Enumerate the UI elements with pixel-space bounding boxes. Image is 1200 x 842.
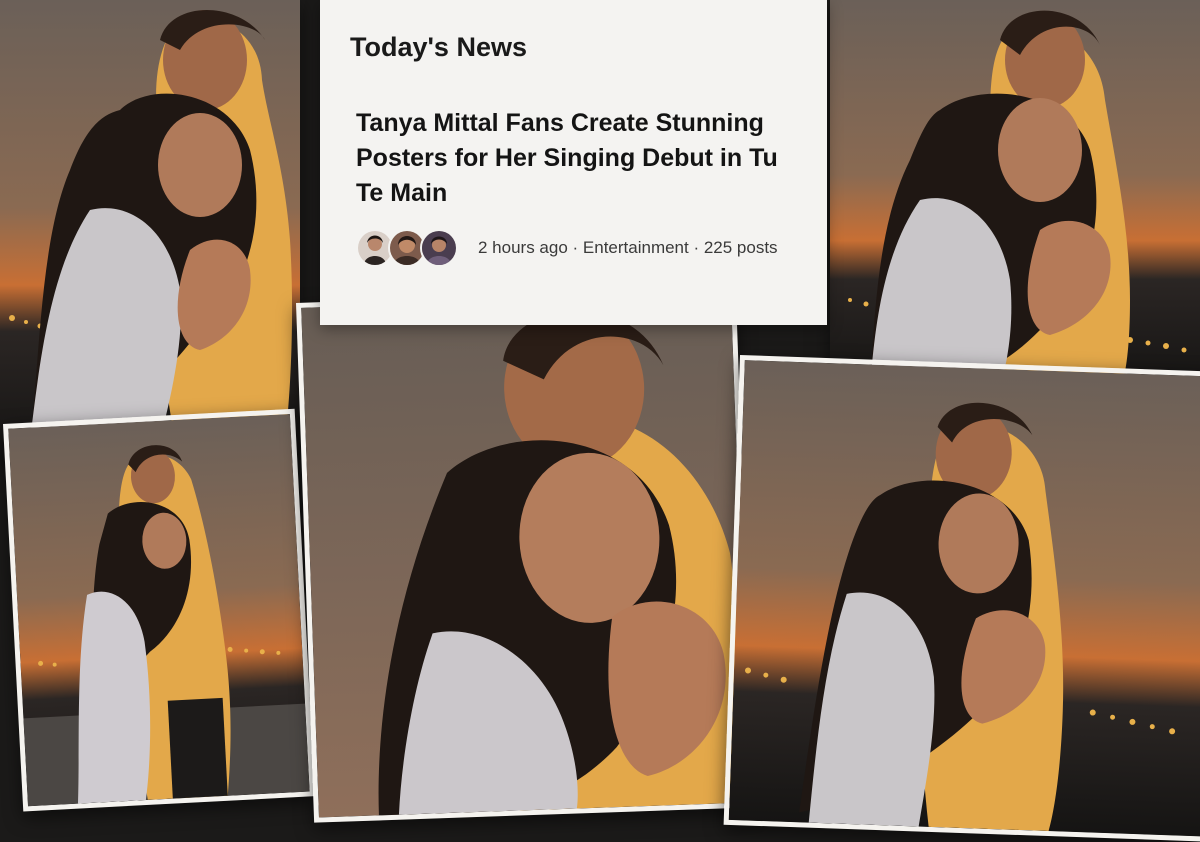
- poster-bottom-center: [296, 287, 754, 823]
- article-meta-row: 2 hours ago · Entertainment · 225 posts: [356, 228, 778, 268]
- article-meta: 2 hours ago · Entertainment · 225 posts: [478, 238, 778, 257]
- avatar-group[interactable]: [356, 229, 458, 267]
- poster-top-left: [0, 0, 300, 460]
- avatar: [420, 229, 458, 267]
- poster-bottom-right: [723, 355, 1200, 842]
- poster-bottom-left: [3, 408, 315, 812]
- poster-top-right: [830, 0, 1200, 388]
- news-card: Today's News Tanya Mittal Fans Create St…: [320, 0, 827, 325]
- article-headline[interactable]: Tanya Mittal Fans Create Stunning Poster…: [356, 106, 806, 211]
- card-title: Today's News: [350, 32, 527, 62]
